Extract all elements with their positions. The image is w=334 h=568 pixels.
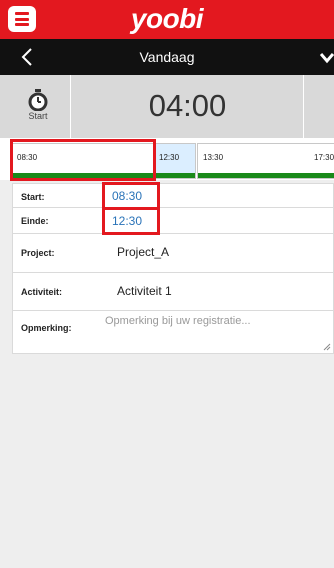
project-select[interactable]: Project_A	[117, 245, 169, 259]
start-highlight-box	[102, 182, 160, 210]
start-stopwatch-button[interactable]: Start	[20, 89, 56, 127]
timeline-highlight-box	[10, 139, 156, 181]
resize-handle-icon[interactable]	[323, 343, 331, 351]
timeline-time: 17:30	[314, 153, 334, 162]
project-row[interactable]: Project: Project_A	[12, 234, 334, 273]
timeline-segment[interactable]: 13:30 17:30	[197, 143, 334, 179]
page-title: Vandaag	[139, 49, 195, 65]
activity-label: Activiteit:	[21, 287, 63, 297]
timeline-segment-selected[interactable]: 12:30	[155, 143, 196, 179]
stopwatch-label: Start	[28, 111, 48, 121]
chevron-down-icon[interactable]	[320, 52, 334, 64]
divider	[70, 75, 71, 138]
remark-row: Opmerking: Opmerking bij uw registratie.…	[12, 311, 334, 354]
end-row: Einde: 12:30	[12, 208, 334, 234]
app-logo: yoobi	[130, 3, 204, 34]
timeline-time: 12:30	[159, 153, 180, 162]
timer-panel: Start 04:00	[0, 75, 334, 138]
remark-textarea[interactable]: Opmerking bij uw registratie...	[105, 315, 334, 357]
elapsed-time: 04:00	[148, 88, 227, 123]
start-label: Start:	[21, 192, 45, 202]
timeline-bar	[156, 173, 195, 178]
divider	[303, 75, 304, 138]
activity-row[interactable]: Activiteit: Activiteit 1	[12, 273, 334, 311]
activity-select[interactable]: Activiteit 1	[117, 284, 172, 298]
project-label: Project:	[21, 248, 55, 258]
remark-label: Opmerking:	[21, 323, 72, 333]
start-row: Start: 08:30	[12, 183, 334, 208]
timeline-time: 13:30	[203, 153, 224, 162]
timeline-bar	[198, 173, 334, 178]
stopwatch-icon	[28, 89, 48, 111]
app-header: yoobi	[0, 0, 334, 39]
navigation-bar: Vandaag	[0, 39, 334, 75]
end-highlight-box	[102, 207, 160, 235]
end-label: Einde:	[21, 216, 49, 226]
